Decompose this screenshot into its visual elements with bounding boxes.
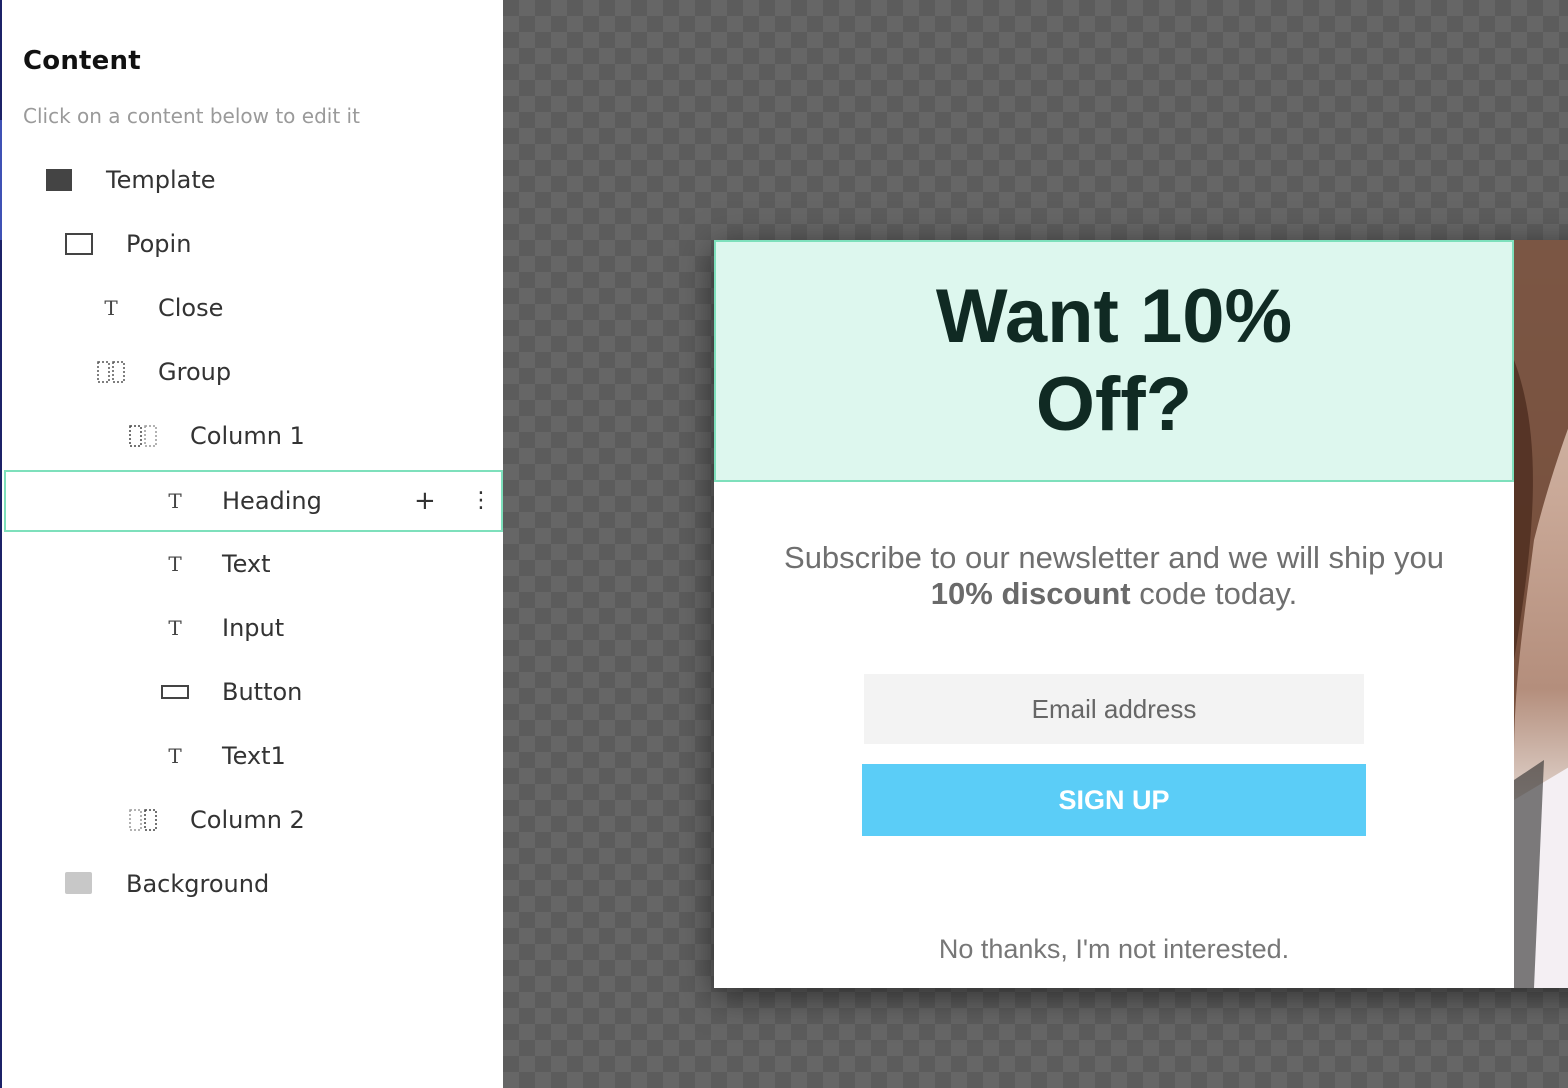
heading-block[interactable]: Want 10% Off? bbox=[714, 240, 1514, 482]
tree-item-group[interactable]: Group bbox=[4, 341, 503, 403]
tree-item-popin[interactable]: Popin bbox=[4, 213, 503, 275]
column-icon bbox=[128, 805, 158, 835]
tree-item-label: Heading bbox=[222, 487, 322, 515]
tree-item-template[interactable]: Template bbox=[4, 149, 503, 211]
tree-item-label: Close bbox=[158, 294, 224, 322]
tree-item-label: Column 1 bbox=[190, 422, 305, 450]
panel-title: Content bbox=[23, 46, 141, 76]
tree-item-column-2[interactable]: Column 2 bbox=[4, 789, 503, 851]
tree-item-button[interactable]: Button bbox=[4, 661, 503, 723]
button-rect-icon bbox=[160, 677, 190, 707]
tree-item-heading[interactable]: T Heading + ⋮ bbox=[4, 470, 503, 532]
tree-item-label: Background bbox=[126, 870, 270, 898]
body-text-part-2: code today. bbox=[1130, 576, 1298, 611]
sign-up-button[interactable]: SIGN UP bbox=[862, 764, 1366, 836]
decline-link[interactable]: No thanks, I'm not interested. bbox=[714, 934, 1514, 965]
columns-icon bbox=[96, 357, 126, 387]
tree-item-label: Button bbox=[222, 678, 303, 706]
filled-square-icon bbox=[44, 165, 74, 195]
tree-item-input[interactable]: T Input bbox=[4, 597, 503, 659]
tree-item-label: Popin bbox=[126, 230, 192, 258]
tree-item-label: Text1 bbox=[222, 742, 286, 770]
outlined-square-icon bbox=[64, 229, 94, 259]
text-t-icon: T bbox=[168, 744, 182, 768]
more-options-icon[interactable]: ⋮ bbox=[470, 490, 492, 512]
email-input[interactable] bbox=[864, 674, 1364, 744]
panel-edge-accent bbox=[0, 120, 2, 240]
preview-canvas: Want 10% Off? Subscribe to our newslette… bbox=[503, 0, 1568, 1088]
heading-text: Want 10% Off? bbox=[904, 273, 1324, 449]
tree-item-close[interactable]: T Close bbox=[4, 277, 503, 339]
content-panel: Content Click on a content below to edit… bbox=[0, 0, 503, 1088]
tree-item-label: Text bbox=[222, 550, 271, 578]
body-text-bold: 10% discount bbox=[930, 576, 1131, 611]
text-t-icon: T bbox=[168, 552, 182, 576]
gray-swatch-icon bbox=[64, 869, 94, 899]
tree-item-text[interactable]: T Text bbox=[4, 533, 503, 595]
tree-item-label: Template bbox=[106, 166, 216, 194]
tree-item-label: Input bbox=[222, 614, 285, 642]
column-icon bbox=[128, 421, 158, 451]
tree-item-column-1[interactable]: Column 1 bbox=[4, 405, 503, 467]
popin: Want 10% Off? Subscribe to our newslette… bbox=[714, 240, 1568, 988]
heading-line-2: Off? bbox=[1035, 362, 1193, 447]
body-text: Subscribe to our newsletter and we will … bbox=[734, 540, 1494, 612]
tree-item-label: Group bbox=[158, 358, 232, 386]
tree-item-background[interactable]: Background bbox=[4, 853, 503, 915]
column-2-image bbox=[1514, 240, 1568, 988]
tree-item-text1[interactable]: T Text1 bbox=[4, 725, 503, 787]
panel-subtitle: Click on a content below to edit it bbox=[23, 104, 360, 128]
text-t-icon: T bbox=[168, 489, 182, 513]
heading-line-1: Want 10% bbox=[935, 274, 1293, 359]
add-icon[interactable]: + bbox=[414, 488, 436, 514]
text-t-icon: T bbox=[168, 616, 182, 640]
photo-image bbox=[1514, 240, 1568, 988]
tree-item-label: Column 2 bbox=[190, 806, 305, 834]
body-text-part-1: Subscribe to our newsletter and we will … bbox=[784, 540, 1444, 575]
column-1: Want 10% Off? Subscribe to our newslette… bbox=[714, 240, 1514, 988]
text-t-icon: T bbox=[104, 296, 118, 320]
